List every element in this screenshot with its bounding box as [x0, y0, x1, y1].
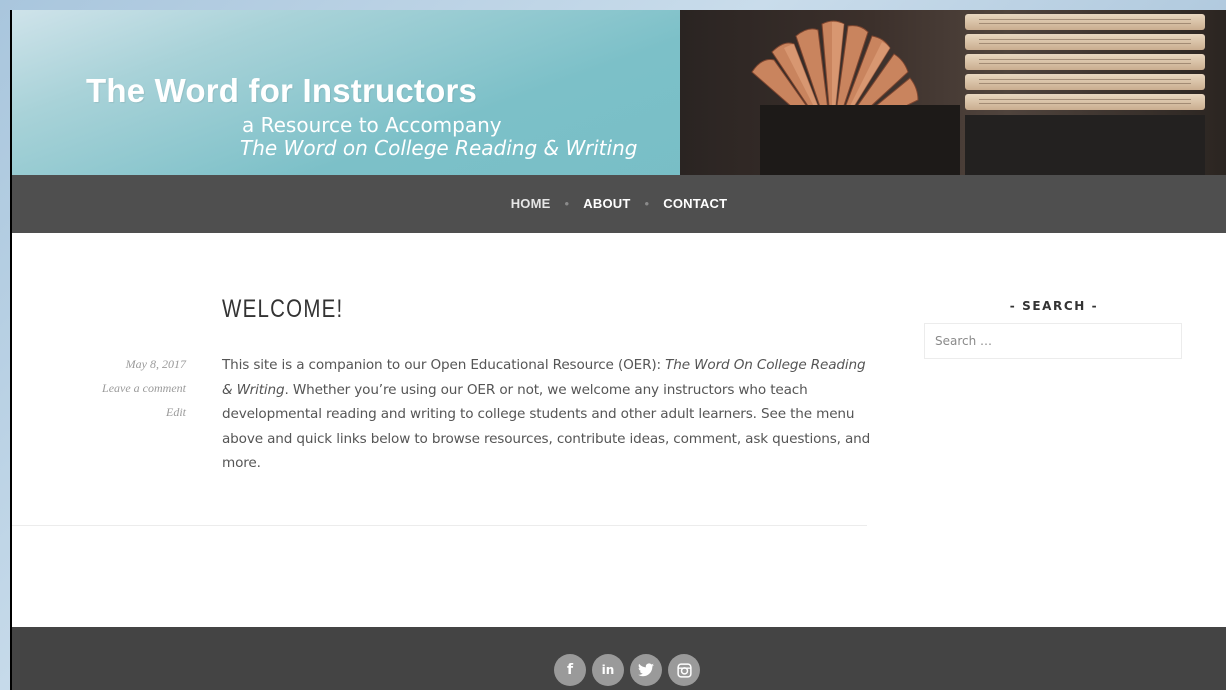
main-navigation: HOME • ABOUT • CONTACT	[12, 175, 1226, 233]
nav-item-contact[interactable]: CONTACT	[663, 196, 727, 211]
site-title[interactable]: The Word for Instructors	[86, 72, 477, 110]
instagram-icon[interactable]	[668, 654, 700, 686]
main-content: WELCOME! May 8, 2017 Leave a comment Edi…	[12, 233, 1226, 627]
site-tagline-line2: The Word on College Reading & Writing	[240, 136, 638, 160]
open-book-pages-image	[965, 14, 1205, 118]
post-date[interactable]: May 8, 2017	[46, 357, 186, 372]
post-divider	[12, 525, 867, 526]
search-widget-title: - SEARCH -	[1009, 299, 1099, 313]
site-footer: f in	[12, 627, 1226, 690]
book-block-image	[760, 105, 960, 175]
book-base-image	[965, 115, 1205, 175]
leave-comment-link[interactable]: Leave a comment	[46, 381, 186, 396]
header-photo	[680, 10, 1226, 175]
site-tagline-line1: a Resource to Accompany	[242, 113, 502, 137]
nav-separator: •	[564, 196, 570, 211]
post-body: This site is a companion to our Open Edu…	[222, 353, 874, 476]
edit-post-link[interactable]: Edit	[46, 405, 186, 420]
social-links: f in	[554, 654, 700, 686]
facebook-icon[interactable]: f	[554, 654, 586, 686]
post-body-intro: This site is a companion to our Open Edu…	[222, 357, 666, 373]
linkedin-icon[interactable]: in	[592, 654, 624, 686]
twitter-bird-glyph	[638, 663, 654, 677]
nav-menu: HOME • ABOUT • CONTACT	[12, 196, 1226, 211]
twitter-icon[interactable]	[630, 654, 662, 686]
post-body-rest: . Whether you’re using our OER or not, w…	[222, 381, 871, 472]
instagram-camera-glyph	[676, 662, 692, 678]
nav-item-home[interactable]: HOME	[511, 196, 551, 211]
site-header: The Word for Instructors a Resource to A…	[12, 10, 1226, 175]
nav-separator: •	[644, 196, 650, 211]
post-title[interactable]: WELCOME!	[222, 295, 343, 324]
browser-frame: The Word for Instructors a Resource to A…	[10, 10, 1226, 690]
search-input[interactable]	[924, 323, 1182, 359]
nav-item-about[interactable]: ABOUT	[583, 196, 630, 211]
